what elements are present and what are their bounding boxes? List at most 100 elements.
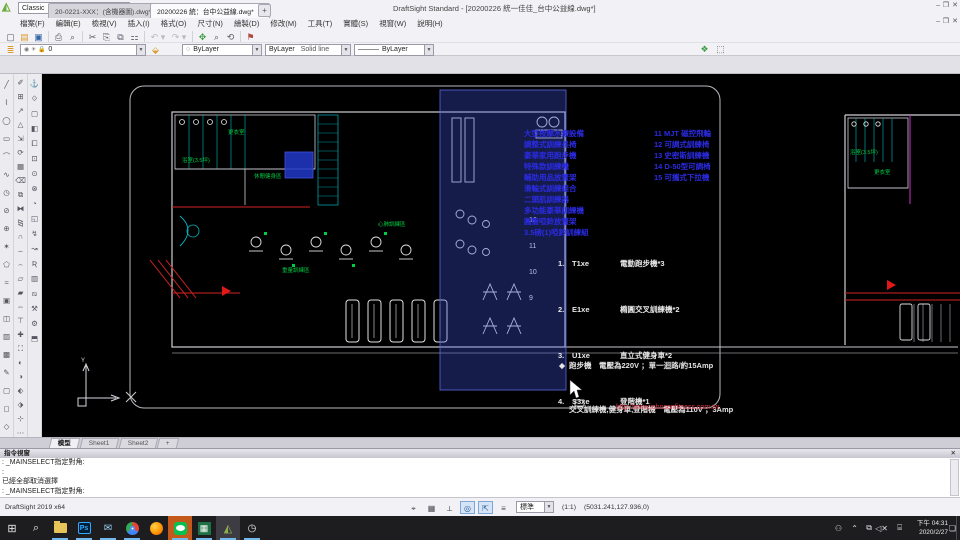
modify-tool-icon[interactable]: ✚ xyxy=(17,328,23,342)
snap-tool-icon[interactable]: ⧅ xyxy=(32,286,37,301)
linecolor-select[interactable]: ○ ByLayer ▼ xyxy=(182,43,262,56)
draw-tool-icon[interactable]: ✶ xyxy=(3,238,9,256)
new-icon[interactable]: ▢ xyxy=(4,31,17,43)
search-button[interactable]: ⌕ xyxy=(24,516,48,540)
sheet-tab-2[interactable]: Sheet2 xyxy=(118,438,158,448)
options-icon[interactable]: ⚑ xyxy=(244,31,257,43)
paste-icon[interactable]: ⧉ xyxy=(114,31,127,43)
modify-tool-icon[interactable]: ▰ xyxy=(18,286,24,300)
photoshop-icon[interactable]: Ps xyxy=(72,516,96,540)
draw-tool-icon[interactable]: ◇ xyxy=(4,418,10,436)
modify-tool-icon[interactable]: ⇔ xyxy=(17,300,25,314)
draw-tool-icon[interactable]: ╱ xyxy=(4,76,9,94)
draw-tool-icon[interactable]: ◯ xyxy=(2,112,10,130)
modify-tool-icon[interactable]: ▱ xyxy=(18,272,24,286)
snap-tool-icon[interactable]: ⊙ xyxy=(31,166,37,181)
draw-tool-icon[interactable]: ∿ xyxy=(3,166,9,184)
menu-item[interactable]: 修改(M) xyxy=(270,18,296,29)
menu-item[interactable]: 格式(O) xyxy=(161,18,187,29)
restore-button[interactable]: ❐ xyxy=(943,2,949,10)
modify-tool-icon[interactable]: ⊞ xyxy=(17,90,23,104)
snap-tool-icon[interactable]: ◧ xyxy=(31,121,38,136)
snap-tool-icon[interactable]: ⬒ xyxy=(31,331,38,346)
file-explorer-icon[interactable] xyxy=(48,516,72,540)
snap-tool-icon[interactable]: ⚒ xyxy=(31,301,38,316)
pan-icon[interactable]: ✥ xyxy=(196,31,209,43)
hidden-icons-chevron[interactable]: ⌃ xyxy=(851,516,858,540)
line-app-icon[interactable] xyxy=(168,516,192,540)
lineweight-toggle-icon[interactable]: ≡ xyxy=(496,501,511,514)
linestyle-select[interactable]: ByLayer Solid line ▼ xyxy=(265,43,351,56)
start-button[interactable]: ⊞ xyxy=(0,516,24,540)
display-tray-icon[interactable]: ⧉ xyxy=(866,516,872,540)
sheet-tab-model[interactable]: 模型 xyxy=(48,438,81,448)
modify-tool-icon[interactable]: ⛶ xyxy=(18,342,23,356)
draw-tool-icon[interactable]: ✎ xyxy=(3,364,9,382)
modify-tool-icon[interactable]: ⊤ xyxy=(17,314,24,328)
modify-tool-icon[interactable]: ⬗ xyxy=(18,398,24,412)
menu-item[interactable]: 實體(S) xyxy=(343,18,368,29)
modify-tool-icon[interactable]: ↗ xyxy=(17,104,23,118)
zoom-dynamic-icon[interactable]: ⌕ xyxy=(210,31,223,43)
menu-item[interactable]: 編輯(E) xyxy=(56,18,81,29)
draw-tool-icon[interactable]: ▨ xyxy=(3,328,10,346)
network-tray-icon[interactable]: ⌸ xyxy=(897,516,902,540)
undo-icon[interactable]: ↶ ▾ xyxy=(148,31,168,43)
copy-icon[interactable]: ⎘ xyxy=(100,31,113,43)
snap-tool-icon[interactable]: ↯ xyxy=(31,226,37,241)
modify-tool-icon[interactable]: ⟳ xyxy=(17,146,23,160)
modify-tool-icon[interactable]: ◐ xyxy=(18,356,23,370)
modify-tool-icon[interactable]: ⌫ xyxy=(15,174,26,188)
tool-extra-icon[interactable]: ❖ xyxy=(698,43,711,55)
snap-tool-icon[interactable]: ▥ xyxy=(31,271,38,286)
snap-tool-icon[interactable]: ⟐ xyxy=(32,91,38,106)
ortho-toggle-icon[interactable]: ⟂ xyxy=(442,501,457,514)
draw-tool-icon[interactable]: ⊘ xyxy=(3,202,9,220)
modify-tool-icon[interactable]: ⌣ xyxy=(18,244,23,258)
snap-tool-icon[interactable]: ⧠ xyxy=(32,136,38,151)
draw-tool-icon[interactable]: ◷ xyxy=(3,184,10,202)
modify-tool-icon[interactable]: ⌢ xyxy=(18,258,23,272)
modify-tool-icon[interactable]: ⬖ xyxy=(18,384,24,398)
draw-tool-icon[interactable]: ▩ xyxy=(3,346,10,364)
mail-icon[interactable]: ✉ xyxy=(96,516,120,540)
menu-item[interactable]: 檢視(V) xyxy=(92,18,117,29)
print-preview-icon[interactable]: ⌕ xyxy=(66,31,79,43)
menu-item[interactable]: 工具(T) xyxy=(308,18,333,29)
grid-toggle-icon[interactable]: ▦ xyxy=(424,501,439,514)
modify-tool-icon[interactable]: ⧉ xyxy=(18,188,23,202)
clock-app-icon[interactable]: ◷ xyxy=(240,516,264,540)
close-icon[interactable]: ✕ xyxy=(951,449,956,458)
snap-tool-icon[interactable]: Ʀ xyxy=(32,256,37,271)
redo-icon[interactable]: ↷ ▾ xyxy=(169,31,189,43)
format-painter-icon[interactable]: ⚏ xyxy=(128,31,141,43)
snap-tool-icon[interactable]: ⚙ xyxy=(31,316,38,331)
modify-tool-icon[interactable]: △ xyxy=(18,118,24,132)
modify-tool-icon[interactable]: ◑ xyxy=(18,370,23,384)
draw-tool-icon[interactable]: ▣ xyxy=(3,292,10,310)
draw-tool-icon[interactable]: ≈ xyxy=(4,274,8,292)
esnap-toggle-icon[interactable]: ◎ xyxy=(460,501,475,514)
doc-tab-2-active[interactable]: 20200226 統：台中公益線.dwg* ✕ xyxy=(150,3,270,18)
doc-close-button[interactable]: ✕ xyxy=(952,18,958,26)
menu-item[interactable]: 視窗(W) xyxy=(379,18,406,29)
snap-tool-icon[interactable]: ⊗ xyxy=(31,181,37,196)
modify-tool-icon[interactable]: ✐ xyxy=(17,76,23,90)
notification-center-icon[interactable]: ❏ xyxy=(949,516,956,540)
draw-tool-icon[interactable]: ◻ xyxy=(3,400,9,418)
print-icon[interactable]: ⎙ xyxy=(52,31,65,43)
excel-icon[interactable]: ▦ xyxy=(192,516,216,540)
snap-tool-icon[interactable]: ⚓ xyxy=(30,76,39,91)
snap-toggle-icon[interactable]: ⌖ xyxy=(406,501,421,514)
tool-extra2-icon[interactable]: ⬚ xyxy=(714,43,727,55)
volume-muted-icon[interactable]: ◁✕ xyxy=(875,516,888,540)
minimize-button[interactable]: – xyxy=(936,2,940,10)
layer-preview-icon[interactable]: ⬙ xyxy=(149,44,162,56)
cut-icon[interactable]: ✂ xyxy=(86,31,99,43)
zoom-fit-icon[interactable]: ⟲ xyxy=(224,31,237,43)
new-tab-button[interactable]: + xyxy=(258,4,271,17)
modify-tool-icon[interactable]: ⧓ xyxy=(17,202,25,216)
layers-manager-icon[interactable]: ≣ xyxy=(4,44,17,56)
command-window-header[interactable]: 指令視窗 ✕ xyxy=(0,449,960,458)
draw-tool-icon[interactable]: ⊕ xyxy=(3,220,9,238)
